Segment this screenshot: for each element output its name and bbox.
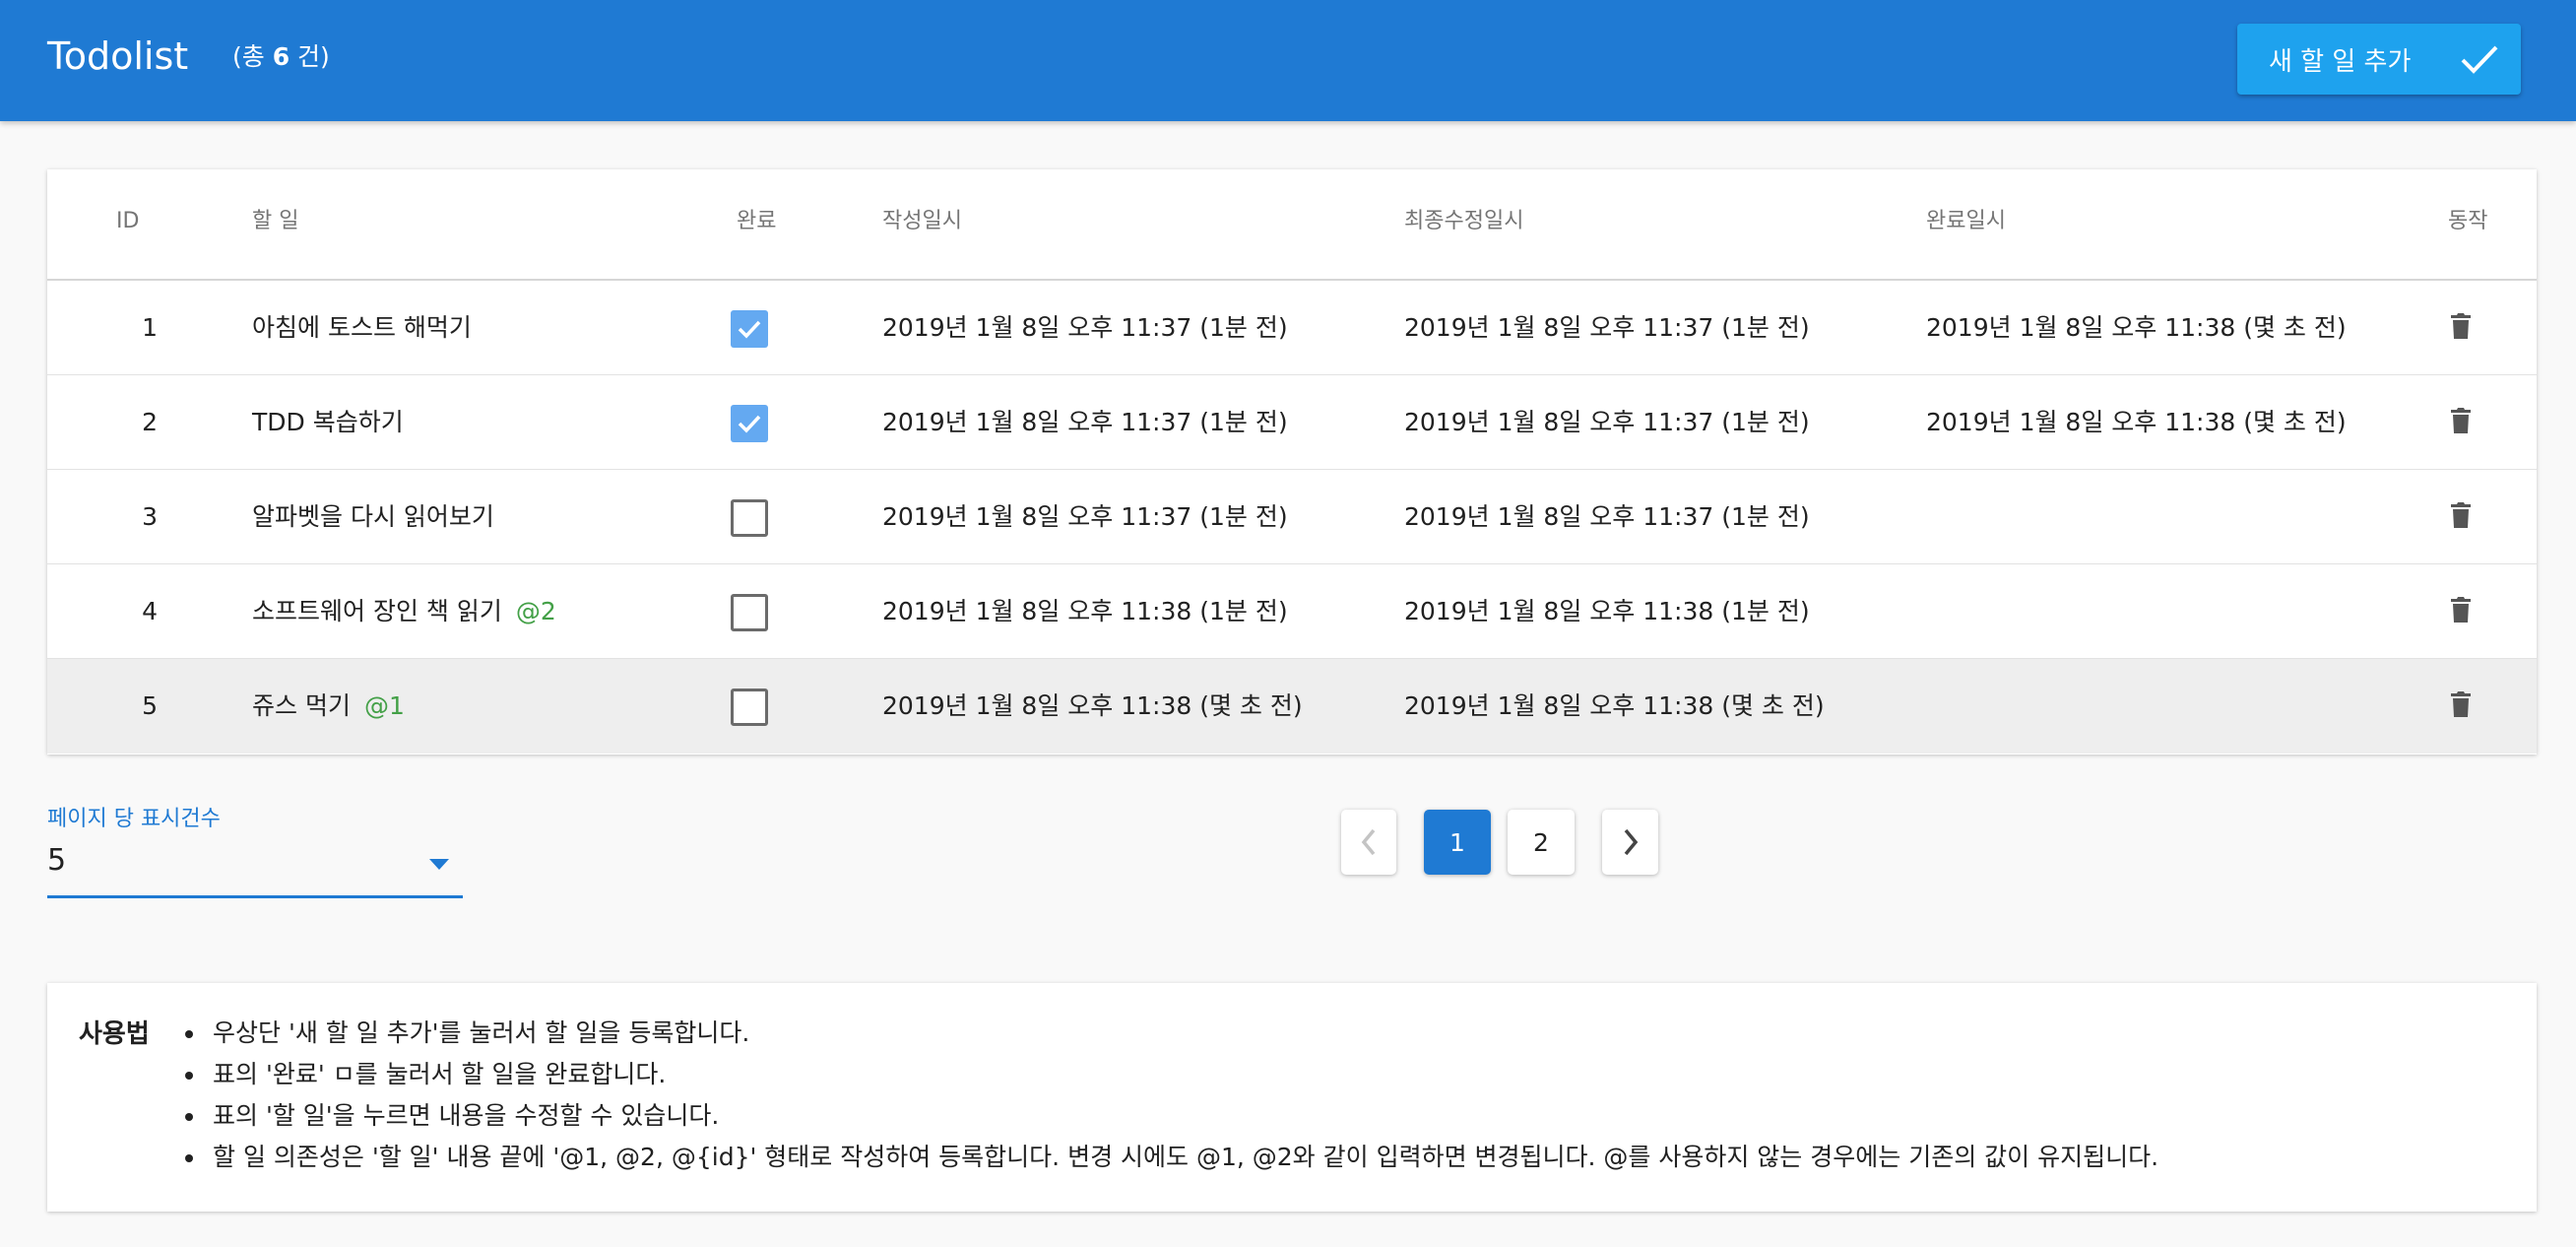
per-page-label: 페이지 당 표시건수 [47, 807, 221, 831]
row-task[interactable]: 소프트웨어 장인 책 읽기 @2 [252, 595, 556, 628]
todo-table: ID 할 일 완료 작성일시 최종수정일시 완료일시 동작 1 아침에 토스트 … [47, 169, 2537, 755]
row-modified: 2019년 1월 8일 오후 11:37 (1분 전) [1404, 502, 1810, 531]
row-completed: 2019년 1월 8일 오후 11:38 (몇 초 전) [1926, 313, 2347, 342]
header-completed: 완료일시 [1926, 209, 2006, 233]
trash-icon[interactable] [2450, 690, 2472, 718]
chevron-left-icon [1361, 828, 1376, 856]
row-modified: 2019년 1월 8일 오후 11:38 (1분 전) [1404, 597, 1810, 625]
usage-item: 표의 '할 일'을 누르면 내용을 수정할 수 있습니다. [184, 1095, 2158, 1137]
usage-title: 사용법 [79, 1019, 150, 1049]
table-header: ID 할 일 완료 작성일시 최종수정일시 완료일시 동작 [47, 169, 2537, 281]
usage-help: 사용법 우상단 '새 할 일 추가'를 눌러서 할 일을 등록합니다. 표의 '… [47, 983, 2537, 1212]
table-row: 1 아침에 토스트 해먹기 2019년 1월 8일 오후 11:37 (1분 전… [47, 281, 2537, 375]
header-id: ID [116, 209, 140, 233]
row-modified: 2019년 1월 8일 오후 11:38 (몇 초 전) [1404, 691, 1825, 720]
dropdown-arrow-icon [429, 859, 449, 870]
row-id: 5 [142, 691, 158, 720]
todo-count-prefix: (총 [232, 42, 273, 71]
row-task-text: 알파벳을 다시 읽어보기 [252, 502, 494, 531]
row-modified: 2019년 1월 8일 오후 11:37 (1분 전) [1404, 408, 1810, 436]
add-todo-button[interactable]: 새 할 일 추가 [2237, 24, 2521, 95]
header-modified: 최종수정일시 [1404, 209, 1524, 233]
row-task-text: 쥬스 먹기 [252, 691, 351, 720]
header-done: 완료 [737, 209, 777, 233]
row-task-text: 아침에 토스트 해먹기 [252, 313, 472, 342]
chevron-right-icon [1624, 828, 1638, 856]
dependency-tag: @1 [363, 691, 405, 720]
trash-icon[interactable] [2450, 312, 2472, 340]
trash-icon[interactable] [2450, 596, 2472, 624]
app-bar: Todolist (총 6 건) 새 할 일 추가 [0, 0, 2576, 121]
dependency-tag: @2 [515, 597, 556, 625]
usage-item: 우상단 '새 할 일 추가'를 눌러서 할 일을 등록합니다. [184, 1013, 2158, 1054]
add-todo-button-label: 새 할 일 추가 [2269, 46, 2412, 77]
row-created: 2019년 1월 8일 오후 11:38 (몇 초 전) [882, 691, 1303, 720]
row-task[interactable]: 아침에 토스트 해먹기 [252, 311, 472, 345]
usage-list: 우상단 '새 할 일 추가'를 눌러서 할 일을 등록합니다. 표의 '완료' … [184, 1013, 2158, 1178]
checkmark-icon [738, 320, 761, 339]
table-row: 3 알파벳을 다시 읽어보기 2019년 1월 8일 오후 11:37 (1분 … [47, 470, 2537, 564]
trash-icon[interactable] [2450, 407, 2472, 434]
page-button-1[interactable]: 1 [1424, 810, 1491, 875]
row-task[interactable]: 알파벳을 다시 읽어보기 [252, 500, 494, 534]
table-row: 2 TDD 복습하기 2019년 1월 8일 오후 11:37 (1분 전) 2… [47, 375, 2537, 470]
row-task[interactable]: 쥬스 먹기 @1 [252, 689, 405, 723]
todo-count-suffix: 건) [290, 42, 330, 71]
row-created: 2019년 1월 8일 오후 11:37 (1분 전) [882, 313, 1288, 342]
header-created: 작성일시 [882, 209, 962, 233]
header-task: 할 일 [252, 209, 299, 233]
row-created: 2019년 1월 8일 오후 11:38 (1분 전) [882, 597, 1288, 625]
done-checkbox[interactable] [731, 689, 768, 726]
usage-item: 표의 '완료' ㅁ를 눌러서 할 일을 완료합니다. [184, 1054, 2158, 1095]
done-checkbox[interactable] [731, 310, 768, 348]
trash-icon[interactable] [2450, 501, 2472, 529]
page-button-2[interactable]: 2 [1508, 810, 1575, 875]
row-created: 2019년 1월 8일 오후 11:37 (1분 전) [882, 408, 1288, 436]
check-icon [2461, 45, 2498, 74]
done-checkbox[interactable] [731, 405, 768, 442]
table-row: 5 쥬스 먹기 @1 2019년 1월 8일 오후 11:38 (몇 초 전) 2… [47, 659, 2537, 754]
row-modified: 2019년 1월 8일 오후 11:37 (1분 전) [1404, 313, 1810, 342]
row-task-text: TDD 복습하기 [252, 408, 404, 436]
app-title: Todolist [47, 34, 189, 78]
row-completed: 2019년 1월 8일 오후 11:38 (몇 초 전) [1926, 408, 2347, 436]
checkmark-icon [738, 415, 761, 433]
prev-page-button[interactable] [1341, 810, 1396, 875]
row-id: 1 [142, 313, 158, 342]
row-created: 2019년 1월 8일 오후 11:37 (1분 전) [882, 502, 1288, 531]
row-id: 2 [142, 408, 158, 436]
row-id: 4 [142, 597, 158, 625]
next-page-button[interactable] [1602, 810, 1658, 875]
per-page-select[interactable]: 5 [47, 837, 463, 898]
done-checkbox[interactable] [731, 499, 768, 537]
row-task[interactable]: TDD 복습하기 [252, 406, 404, 439]
todo-count-value: 6 [272, 42, 290, 71]
done-checkbox[interactable] [731, 594, 768, 631]
per-page-value: 5 [47, 843, 67, 878]
table-row: 4 소프트웨어 장인 책 읽기 @2 2019년 1월 8일 오후 11:38 (… [47, 564, 2537, 659]
row-id: 3 [142, 502, 158, 531]
todo-count: (총 6 건) [232, 39, 330, 75]
header-action: 동작 [2448, 209, 2488, 233]
row-task-text: 소프트웨어 장인 책 읽기 [252, 597, 502, 625]
usage-item: 할 일 의존성은 '할 일' 내용 끝에 '@1, @2, @{id}' 형태로… [184, 1137, 2158, 1178]
